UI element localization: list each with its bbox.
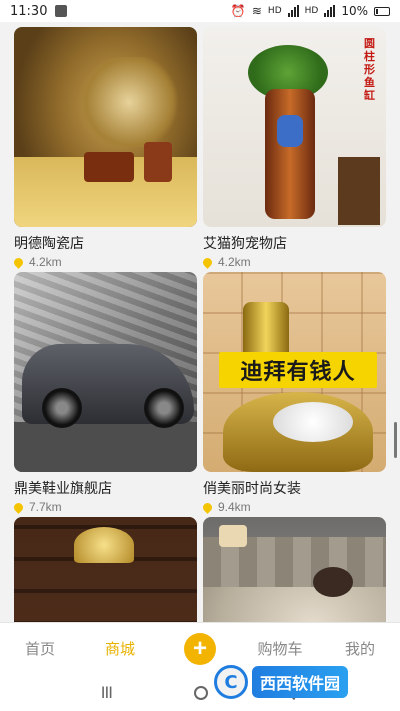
distance-value: 7.7km xyxy=(29,500,62,514)
sports-car-image[interactable] xyxy=(14,272,197,472)
watermark-text: 西西软件园 xyxy=(252,666,349,698)
shop-card[interactable]: 鼎美鞋业旗舰店 7.7km xyxy=(12,272,197,514)
tab-mine[interactable]: 我的 xyxy=(320,638,400,659)
net-label-1: HD xyxy=(267,6,282,16)
image-banner: 迪拜有钱人 xyxy=(219,352,377,388)
location-pin-icon xyxy=(12,500,25,514)
sofa-decor xyxy=(84,152,134,182)
wooden-shelf-image[interactable] xyxy=(14,517,197,622)
status-time: 11:30 xyxy=(10,3,48,19)
signal-icon xyxy=(287,5,299,17)
gold-toilet-image[interactable]: 迪拜有钱人 xyxy=(203,272,386,472)
tab-mall[interactable]: 商城 xyxy=(80,638,160,659)
bowl-inner-decor xyxy=(273,402,353,442)
shop-card[interactable] xyxy=(203,517,386,622)
tab-add[interactable]: + xyxy=(160,632,240,665)
shop-card[interactable]: 明德陶瓷店 4.2km xyxy=(12,27,197,269)
shop-distance: 7.7km xyxy=(12,500,197,514)
watermark: C 西西软件园 xyxy=(214,662,384,702)
watermark-logo-icon: C xyxy=(214,665,248,699)
person-decor xyxy=(313,567,353,597)
battery-icon xyxy=(374,6,390,16)
shop-name[interactable]: 艾猫狗宠物店 xyxy=(203,233,386,253)
shop-card[interactable]: 圆柱形鱼缸 艾猫狗宠物店 4.2km xyxy=(201,27,386,269)
wheel-decor xyxy=(144,388,184,428)
distance-value: 4.2km xyxy=(29,255,62,269)
alarm-icon: ⏰ xyxy=(230,4,246,18)
status-bar: 11:30 ⏰ ≋ HD HD 10% xyxy=(0,0,400,22)
status-right: ⏰ ≋ HD HD 10% xyxy=(231,4,390,18)
wheel-decor xyxy=(42,388,82,428)
shop-grid[interactable]: 明德陶瓷店 4.2km 圆柱形鱼缸 艾猫狗宠物店 4.2km 鼎美鞋业旗舰店 7… xyxy=(0,22,400,622)
cabinet-decor xyxy=(338,157,380,225)
distance-value: 9.4km xyxy=(218,500,251,514)
vase-aquarium-image[interactable]: 圆柱形鱼缸 xyxy=(203,27,386,227)
shop-distance: 9.4km xyxy=(201,500,386,514)
vase-decor xyxy=(265,89,315,219)
distance-value: 4.2km xyxy=(218,255,251,269)
chair-decor xyxy=(144,142,172,182)
lamp-decor xyxy=(74,527,134,563)
shop-distance: 4.2km xyxy=(12,255,197,269)
recent-apps-icon[interactable]: III xyxy=(101,683,113,702)
net-label-2: HD xyxy=(304,6,319,16)
ceramic-hall-image[interactable] xyxy=(14,27,197,227)
location-pin-icon xyxy=(12,255,25,269)
shop-name[interactable]: 鼎美鞋业旗舰店 xyxy=(14,478,197,498)
aquarium-window-decor xyxy=(277,115,303,147)
lamp-decor xyxy=(219,525,247,547)
shop-name[interactable]: 明德陶瓷店 xyxy=(14,233,197,253)
shop-card[interactable]: 迪拜有钱人 俏美丽时尚女装 9.4km xyxy=(201,272,386,514)
status-left: 11:30 xyxy=(10,3,68,19)
scrollbar[interactable] xyxy=(394,422,397,458)
image-caption: 圆柱形鱼缸 xyxy=(364,37,375,102)
gallery-notification-icon xyxy=(55,5,68,17)
wifi-icon: ≋ xyxy=(251,4,262,18)
bedroom-image[interactable] xyxy=(203,517,386,622)
shop-card[interactable] xyxy=(14,517,197,622)
sheet-decor xyxy=(203,587,386,622)
shop-name[interactable]: 俏美丽时尚女装 xyxy=(203,478,386,498)
signal-icon-2 xyxy=(324,5,336,17)
home-icon[interactable] xyxy=(193,685,208,700)
tab-home[interactable]: 首页 xyxy=(0,638,80,659)
carving-decor xyxy=(74,57,184,147)
road-decor xyxy=(14,422,197,472)
tab-cart[interactable]: 购物车 xyxy=(240,638,320,659)
shop-distance: 4.2km xyxy=(201,255,386,269)
location-pin-icon xyxy=(201,500,214,514)
add-button[interactable]: + xyxy=(184,632,216,665)
battery-percent: 10% xyxy=(341,4,368,18)
location-pin-icon xyxy=(201,255,214,269)
